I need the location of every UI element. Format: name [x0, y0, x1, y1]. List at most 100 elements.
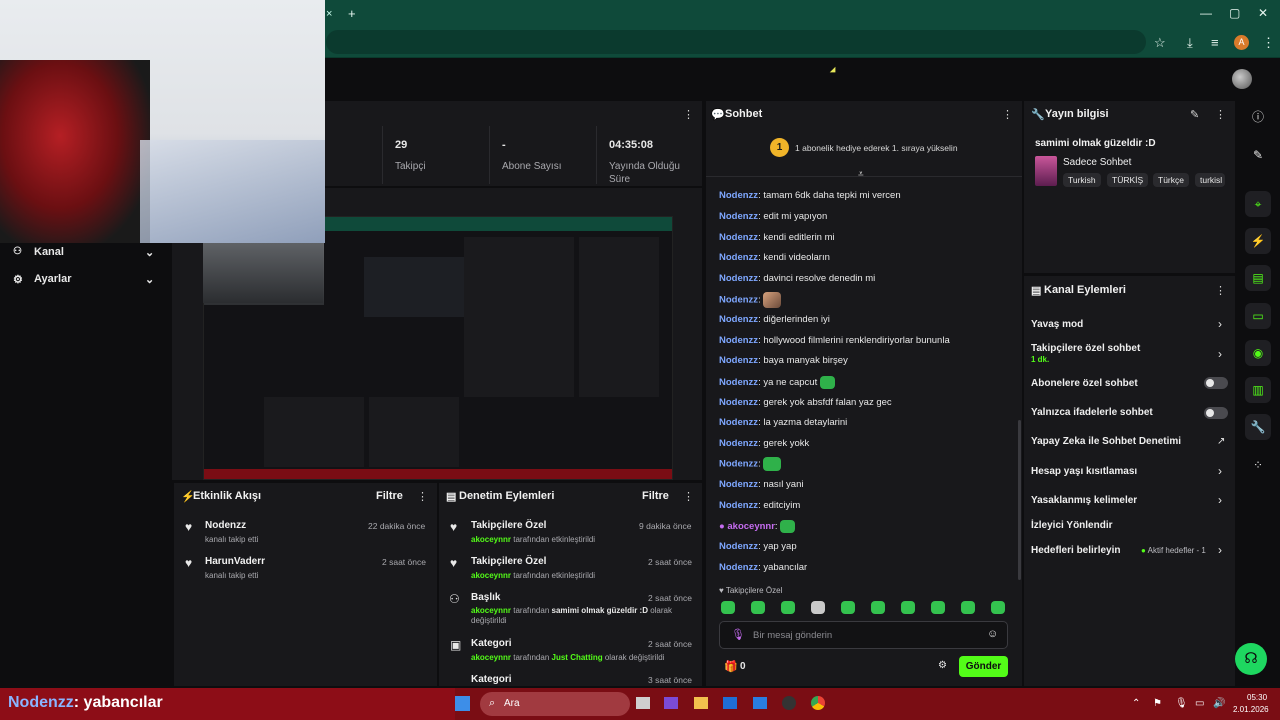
gift-banner-text[interactable]: 1 abonelik hediye ederek 1. sıraya yükse… [795, 143, 958, 153]
subscribers-only-toggle[interactable] [1204, 377, 1228, 389]
action-host-viewers[interactable]: İzleyici Yönlendir [1031, 520, 1113, 531]
windows-start-icon[interactable] [455, 696, 470, 711]
folder-icon[interactable] [694, 697, 708, 709]
task-view-icon[interactable] [636, 697, 650, 709]
activity-desc: kanalı takip etti [205, 571, 259, 580]
more-icon[interactable]: ⋮ [1215, 284, 1226, 297]
followers-only-duration: 1 dk. [1031, 355, 1050, 364]
user-avatar[interactable] [1232, 69, 1252, 89]
download-icon[interactable]: ⤓ [1187, 35, 1193, 51]
browser-menu-icon[interactable]: ⋮ [1262, 35, 1275, 51]
channel-actions-title: Kanal Eylemleri [1044, 284, 1126, 296]
action-set-goals[interactable]: Hedefleri belirleyin [1031, 545, 1120, 556]
chat-scrollbar[interactable] [1018, 420, 1021, 580]
moderation-filter-button[interactable]: Filtre [642, 490, 669, 502]
address-bar[interactable] [326, 30, 1146, 54]
minimize-button[interactable]: — [1200, 6, 1212, 20]
collapse-banner-icon[interactable]: ⩡ [858, 169, 864, 180]
chat-message: Nodenzz: edit mi yapıyon [719, 211, 828, 222]
wrench-icon[interactable]: 🔧 [1245, 414, 1271, 440]
action-emotes-only[interactable]: Yalnızca ifadelerle sohbet [1031, 407, 1153, 418]
chevron-right-icon[interactable]: › [1218, 543, 1222, 557]
heart-icon: ♥ [185, 556, 193, 570]
profile-avatar[interactable]: A [1234, 35, 1249, 50]
taskbar-search[interactable] [480, 692, 630, 716]
emote-button[interactable] [751, 601, 765, 614]
bookmark-star-icon[interactable]: ☆ [1154, 35, 1166, 51]
more-icon[interactable]: ⋮ [417, 490, 428, 503]
sidebar-item-ayarlar[interactable]: ⚙ Ayarlar ⌄ [13, 273, 163, 287]
emote-button[interactable] [811, 601, 825, 614]
chat-message: Nodenzz: hollywood filmlerini renklendir… [719, 335, 950, 346]
chevron-right-icon[interactable]: › [1218, 493, 1222, 507]
emote-button[interactable] [721, 601, 735, 614]
app-icon[interactable] [664, 697, 678, 709]
activity-filter-button[interactable]: Filtre [376, 490, 403, 502]
divider [596, 126, 597, 184]
emote-button[interactable] [901, 601, 915, 614]
github-icon[interactable] [782, 696, 796, 710]
action-ai-moderation[interactable]: Yapay Zeka ile Sohbet Denetimi [1031, 436, 1181, 447]
external-link-icon[interactable]: ↗ [1217, 436, 1225, 447]
support-chat-button[interactable]: ☊ [1235, 643, 1267, 675]
mic-tray-icon[interactable]: 🎙 [1175, 698, 1188, 709]
action-slow-mode[interactable]: Yavaş mod [1031, 319, 1083, 330]
emoji-picker-icon[interactable]: ☺ [987, 628, 998, 640]
layout-icon[interactable]: ▥ [1245, 377, 1271, 403]
emote-button[interactable] [841, 601, 855, 614]
chat-icon[interactable]: ▭ [1245, 303, 1271, 329]
send-button[interactable]: Gönder [959, 656, 1008, 677]
action-account-age[interactable]: Hesap yaşı kısıtlaması [1031, 466, 1137, 477]
heart-icon: ♥ [450, 520, 458, 534]
display-icon[interactable]: ▭ [1195, 698, 1204, 709]
chat-bubble-icon: 💬 [711, 109, 725, 121]
emote-button[interactable] [781, 601, 795, 614]
media-controls-icon[interactable]: ≡ [1211, 35, 1219, 50]
more-icon[interactable]: ⋮ [683, 490, 694, 503]
close-window-button[interactable]: ✕ [1258, 6, 1268, 20]
more-icon[interactable]: ⋮ [1002, 108, 1013, 121]
webcam-overlay [0, 0, 325, 243]
more-icon[interactable]: ⋮ [1215, 108, 1226, 121]
apps-icon[interactable]: ⁘ [1245, 452, 1271, 478]
more-icon[interactable]: ⋮ [683, 108, 694, 121]
pencil-icon[interactable]: ✎ [1245, 142, 1271, 168]
emote-image [780, 520, 796, 533]
chat-message: Nodenzz: yap yap [719, 541, 797, 552]
sidebar-item-kanal[interactable]: ⚇ Kanal ⌄ [13, 246, 163, 260]
mail-icon[interactable] [753, 697, 767, 709]
emotes-only-toggle[interactable] [1204, 407, 1228, 419]
emote-button[interactable] [931, 601, 945, 614]
emote-button[interactable] [961, 601, 975, 614]
maximize-button[interactable]: ▢ [1229, 6, 1240, 20]
close-tab-icon[interactable]: × [326, 8, 332, 20]
edit-pencil-icon[interactable]: ✎ [1190, 108, 1199, 121]
chevron-right-icon[interactable]: › [1218, 464, 1222, 478]
new-tab-button[interactable]: + [348, 6, 356, 21]
tray-chevron-icon[interactable]: ⌃ [1132, 698, 1140, 709]
chevron-right-icon[interactable]: › [1218, 317, 1222, 331]
volume-icon[interactable]: 🔊 [1213, 698, 1225, 709]
gift-box-icon[interactable]: 🎁 [724, 660, 738, 673]
network-icon[interactable]: ⚑ [1153, 698, 1162, 709]
chat-settings-icon[interactable]: ⚙ [938, 660, 947, 671]
broadcast-icon[interactable]: ◉ [1245, 340, 1271, 366]
action-subscribers-only[interactable]: Abonelere özel sohbet [1031, 378, 1138, 389]
focus-icon[interactable]: ⌖ [1245, 191, 1271, 217]
activity-panel [174, 483, 437, 686]
document-icon[interactable]: ▤ [1245, 265, 1271, 291]
info-icon[interactable]: ⓘ [1245, 104, 1271, 130]
emote-image [819, 376, 835, 389]
chevron-right-icon[interactable]: › [1218, 347, 1222, 361]
chrome-icon[interactable] [811, 696, 825, 710]
mic-badge-icon: ● [719, 521, 725, 533]
document-icon: ▤ [446, 491, 457, 503]
action-followers-only[interactable]: Takipçilere özel sohbet [1031, 343, 1140, 354]
moderation-item-time: 3 saat önce [648, 675, 692, 685]
emote-button[interactable] [991, 601, 1005, 614]
streamer-camera [203, 243, 323, 303]
bolt-icon[interactable]: ⚡ [1245, 228, 1271, 254]
action-banned-words[interactable]: Yasaklanmış kelimeler [1031, 495, 1137, 506]
emote-button[interactable] [871, 601, 885, 614]
store-icon[interactable] [723, 697, 737, 709]
